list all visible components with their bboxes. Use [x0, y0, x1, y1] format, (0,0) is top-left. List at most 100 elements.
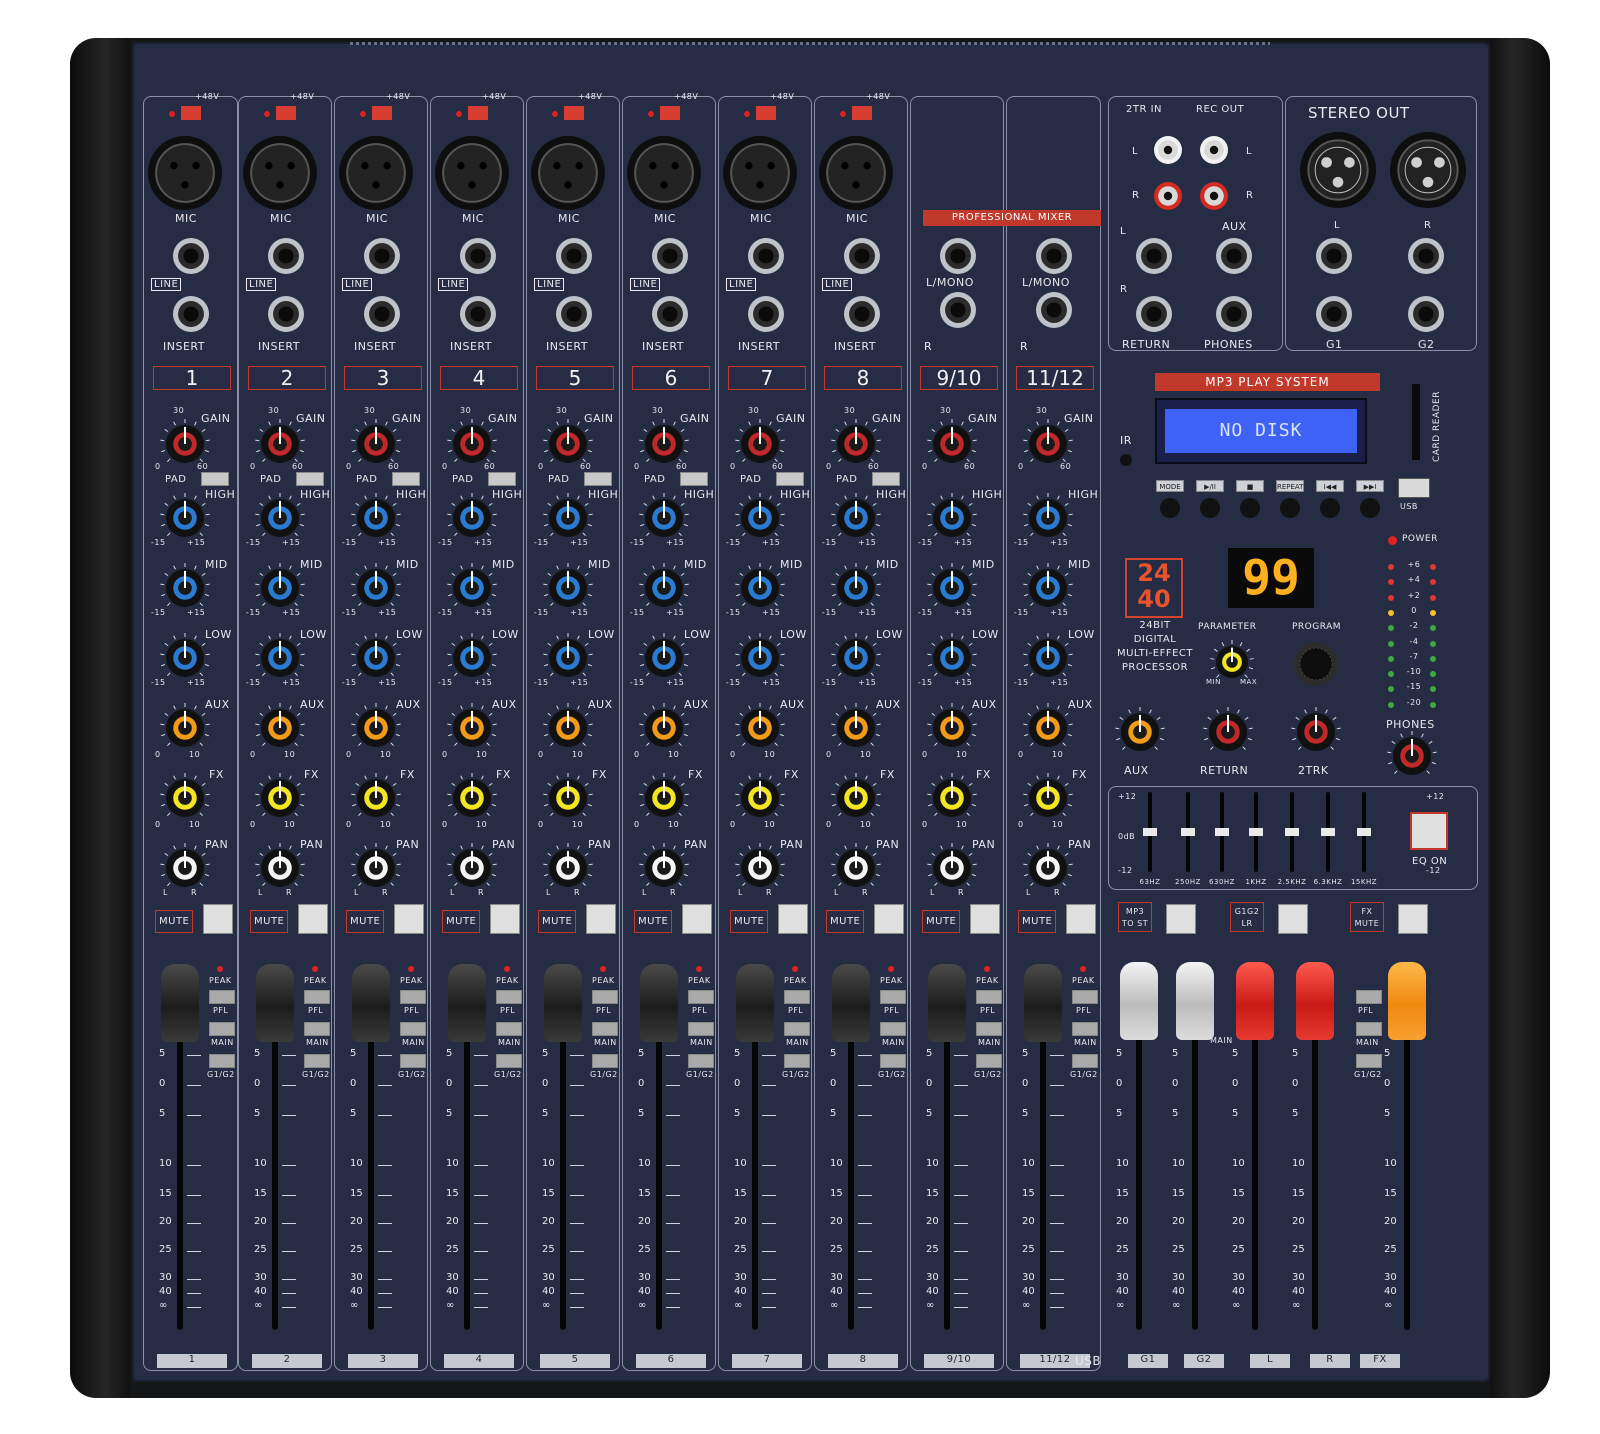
g2-fader-cap[interactable] [1176, 962, 1214, 1040]
pan-knob[interactable] [829, 841, 883, 895]
two-track-in-right-rca[interactable] [1154, 182, 1182, 210]
pfl-button[interactable] [209, 990, 235, 1004]
high-eq-knob[interactable] [253, 491, 307, 545]
stereo-out-left-xlr[interactable] [1300, 132, 1376, 208]
phantom-button[interactable] [756, 106, 776, 120]
eq-on-button[interactable] [1410, 812, 1448, 850]
aux-send-knob[interactable] [541, 701, 595, 755]
g1-fader-cap[interactable] [1120, 962, 1158, 1040]
pan-knob[interactable] [349, 841, 403, 895]
pad-button[interactable] [201, 472, 229, 486]
low-eq-knob[interactable] [733, 631, 787, 685]
g1g2-assign-button[interactable] [784, 1054, 810, 1068]
main-assign-button[interactable] [304, 1022, 330, 1036]
fx-send-knob[interactable] [158, 771, 212, 825]
pfl-button[interactable] [1072, 990, 1098, 1004]
mid-eq-knob[interactable] [1021, 561, 1075, 615]
main-l-fader-track[interactable] [1252, 1000, 1258, 1330]
mute-button[interactable] [394, 904, 424, 934]
return-right-jack[interactable] [1136, 296, 1172, 332]
g1g2-assign-button[interactable] [688, 1054, 714, 1068]
fx-send-knob[interactable] [253, 771, 307, 825]
g1g2-assign-button[interactable] [976, 1054, 1002, 1068]
pad-button[interactable] [776, 472, 804, 486]
program-encoder[interactable] [1294, 642, 1338, 686]
aux-send-knob[interactable] [349, 701, 403, 755]
g1g2-assign-button[interactable] [592, 1054, 618, 1068]
g1g2-assign-button[interactable] [304, 1054, 330, 1068]
fader-cap[interactable] [736, 964, 774, 1042]
insert-jack[interactable] [173, 296, 209, 332]
pfl-button[interactable] [496, 990, 522, 1004]
high-eq-knob[interactable] [733, 491, 787, 545]
g2-fader-track[interactable] [1192, 1000, 1198, 1330]
right-input-jack[interactable] [940, 292, 976, 328]
fader-cap[interactable] [352, 964, 390, 1042]
fader-track[interactable] [177, 1000, 183, 1330]
fader-track[interactable] [656, 1000, 662, 1330]
low-eq-knob[interactable] [925, 631, 979, 685]
stereo-out-right-xlr[interactable] [1390, 132, 1466, 208]
aux-send-knob[interactable] [829, 701, 883, 755]
pad-button[interactable] [680, 472, 708, 486]
pad-button[interactable] [488, 472, 516, 486]
master-return-knob[interactable] [1201, 705, 1255, 759]
high-eq-knob[interactable] [541, 491, 595, 545]
mic-input-xlr[interactable] [435, 136, 509, 210]
line-input-jack[interactable] [173, 238, 209, 274]
mute-button[interactable] [1066, 904, 1096, 934]
mic-input-xlr[interactable] [531, 136, 605, 210]
mid-eq-knob[interactable] [925, 561, 979, 615]
phantom-button[interactable] [181, 106, 201, 120]
insert-jack[interactable] [748, 296, 784, 332]
mp3-transport-button[interactable] [1360, 498, 1380, 518]
phones-volume-knob[interactable] [1385, 729, 1439, 783]
main-assign-button[interactable] [1072, 1022, 1098, 1036]
fx-send-knob[interactable] [733, 771, 787, 825]
fx-return-fader-track[interactable] [1404, 1000, 1410, 1330]
pan-knob[interactable] [637, 841, 691, 895]
rec-out-right-rca[interactable] [1200, 182, 1228, 210]
eq-band-slider-knob[interactable] [1215, 828, 1229, 836]
aux-out-jack[interactable] [1216, 238, 1252, 274]
line-input-jack[interactable] [364, 238, 400, 274]
mic-input-xlr[interactable] [339, 136, 413, 210]
mid-eq-knob[interactable] [829, 561, 883, 615]
high-eq-knob[interactable] [925, 491, 979, 545]
high-eq-knob[interactable] [445, 491, 499, 545]
mp3-transport-button[interactable] [1200, 498, 1220, 518]
main-assign-button[interactable] [784, 1022, 810, 1036]
line-input-jack[interactable] [844, 238, 880, 274]
fader-cap[interactable] [256, 964, 294, 1042]
aux-send-knob[interactable] [445, 701, 499, 755]
line-input-jack[interactable] [268, 238, 304, 274]
fader-track[interactable] [272, 1000, 278, 1330]
fader-cap[interactable] [640, 964, 678, 1042]
phantom-button[interactable] [372, 106, 392, 120]
pfl-button[interactable] [688, 990, 714, 1004]
mute-button[interactable] [874, 904, 904, 934]
aux-send-knob[interactable] [925, 701, 979, 755]
pan-knob[interactable] [733, 841, 787, 895]
phantom-button[interactable] [276, 106, 296, 120]
mute-button[interactable] [203, 904, 233, 934]
g1g2-assign-button[interactable] [1072, 1054, 1098, 1068]
main-r-fader-cap[interactable] [1296, 962, 1334, 1040]
g1-out-jack[interactable] [1316, 296, 1352, 332]
insert-jack[interactable] [268, 296, 304, 332]
fader-track[interactable] [848, 1000, 854, 1330]
pan-knob[interactable] [158, 841, 212, 895]
low-eq-knob[interactable] [158, 631, 212, 685]
pan-knob[interactable] [925, 841, 979, 895]
fader-cap[interactable] [928, 964, 966, 1042]
mid-eq-knob[interactable] [349, 561, 403, 615]
fader-track[interactable] [752, 1000, 758, 1330]
main-assign-button[interactable] [976, 1022, 1002, 1036]
rec-out-left-rca[interactable] [1200, 136, 1228, 164]
pfl-button[interactable] [880, 990, 906, 1004]
line-input-jack[interactable] [748, 238, 784, 274]
main-assign-button[interactable] [496, 1022, 522, 1036]
g1g2-assign-button[interactable] [496, 1054, 522, 1068]
mute-button[interactable] [970, 904, 1000, 934]
low-eq-knob[interactable] [445, 631, 499, 685]
